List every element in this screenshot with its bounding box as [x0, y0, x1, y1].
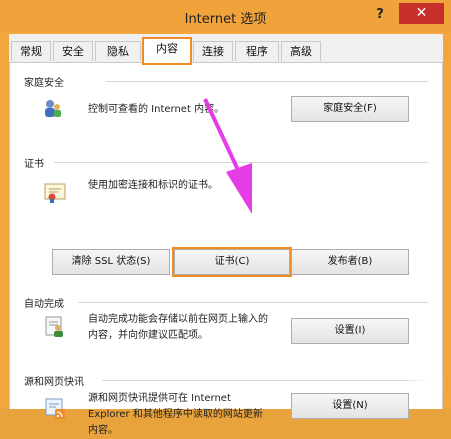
- tab-general[interactable]: 常规: [11, 41, 51, 61]
- family-safety-label: 家庭安全: [24, 74, 68, 89]
- autocomplete-description-line1: 自动完成功能会存储以前在网页上输入的: [88, 314, 268, 325]
- content-tab-page: 家庭安全 控制可查看的 Internet 内容。 家庭安全(F) 证书 使用加密…: [9, 62, 445, 436]
- tab-strip: 常规 安全 隐私 内容 连接 程序 高级: [9, 37, 443, 65]
- internet-options-window: Internet 选项 ? ✕ 常规 安全 隐私 内容 连接 程序 高级 家庭安…: [0, 0, 451, 436]
- tab-advanced[interactable]: 高级: [281, 41, 321, 61]
- family-safety-description: 控制可查看的 Internet 内容。: [88, 104, 225, 115]
- feeds-icon: [45, 398, 65, 419]
- feeds-description-line1: 源和网页快讯提供可在 Internet: [88, 393, 231, 404]
- autocomplete-description-line2: 内容，并向你建议匹配项。: [88, 330, 208, 341]
- feeds-settings-button[interactable]: 设置(N): [291, 393, 409, 419]
- certificates-button[interactable]: 证书(C): [172, 247, 292, 277]
- tab-content[interactable]: 内容: [142, 37, 192, 65]
- feeds-label: 源和网页快讯: [24, 373, 88, 388]
- group-divider: [54, 162, 428, 163]
- help-button[interactable]: ?: [366, 6, 394, 26]
- clear-ssl-button[interactable]: 清除 SSL 状态(S): [52, 249, 170, 275]
- tab-connections[interactable]: 连接: [193, 41, 233, 61]
- title-bar[interactable]: Internet 选项 ? ✕: [0, 0, 451, 32]
- certificates-label: 证书: [24, 155, 48, 170]
- group-divider: [106, 81, 428, 82]
- group-divider: [78, 302, 428, 303]
- autocomplete-settings-button[interactable]: 设置(I): [291, 318, 409, 344]
- tab-programs[interactable]: 程序: [235, 41, 279, 61]
- dialog-client: 常规 安全 隐私 内容 连接 程序 高级 家庭安全 控制可查看的 Interne…: [9, 34, 445, 436]
- family-safety-button[interactable]: 家庭安全(F): [291, 96, 409, 122]
- feeds-description-line2: Explorer 和其他程序中读取的网站更新: [88, 409, 263, 420]
- autocomplete-label: 自动完成: [24, 295, 68, 310]
- family-safety-icon: [45, 100, 61, 117]
- certificates-description: 使用加密连接和标识的证书。: [88, 180, 218, 191]
- glow-spot: [405, 363, 445, 403]
- tab-privacy[interactable]: 隐私: [95, 41, 141, 61]
- publishers-button[interactable]: 发布者(B): [291, 249, 409, 275]
- tab-security[interactable]: 安全: [53, 41, 93, 61]
- feeds-description-line3: 内容。: [88, 425, 118, 436]
- close-button[interactable]: ✕: [399, 3, 444, 24]
- autocomplete-icon: [45, 316, 63, 337]
- group-divider: [102, 380, 428, 381]
- certificate-icon: [44, 183, 66, 203]
